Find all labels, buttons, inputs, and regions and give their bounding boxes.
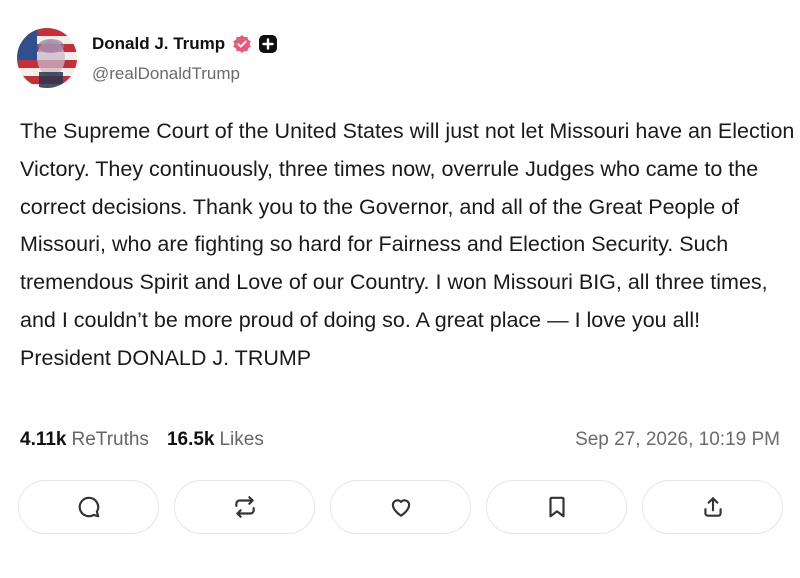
retruths-label: ReTruths: [71, 429, 149, 450]
repost-icon: [232, 494, 258, 520]
action-bar: [18, 480, 784, 536]
likes-label: Likes: [219, 429, 264, 450]
post-text: The Supreme Court of the United States w…: [20, 119, 795, 370]
post-timestamp[interactable]: Sep 27, 2026, 10:19 PM: [575, 429, 780, 451]
share-button[interactable]: [642, 480, 783, 534]
reply-button[interactable]: [18, 480, 159, 534]
bookmark-icon: [544, 494, 570, 520]
share-icon: [700, 494, 726, 520]
bookmark-button[interactable]: [486, 480, 627, 534]
heart-icon: [388, 494, 414, 520]
comment-icon: [76, 494, 102, 520]
avatar[interactable]: [17, 28, 77, 88]
truth-post: Donald J. Trump @realDonaldTrump The Sup…: [0, 0, 800, 578]
retruths-count: 4.11k: [20, 429, 67, 450]
author-name-row: Donald J. Trump: [92, 33, 278, 55]
post-stats: 4.11k ReTruths 16.5k Likes: [20, 429, 264, 451]
author-handle[interactable]: @realDonaldTrump: [92, 64, 240, 84]
author-display-name[interactable]: Donald J. Trump: [92, 34, 225, 54]
retruths-stat[interactable]: 4.11k ReTruths: [20, 429, 149, 451]
likes-count: 16.5k: [166, 429, 215, 450]
verified-check-icon: [232, 34, 252, 54]
like-button[interactable]: [330, 480, 471, 534]
likes-stat[interactable]: 16.5k Likes: [167, 429, 264, 451]
plus-badge-icon: [259, 35, 278, 53]
retruth-button[interactable]: [174, 480, 315, 534]
